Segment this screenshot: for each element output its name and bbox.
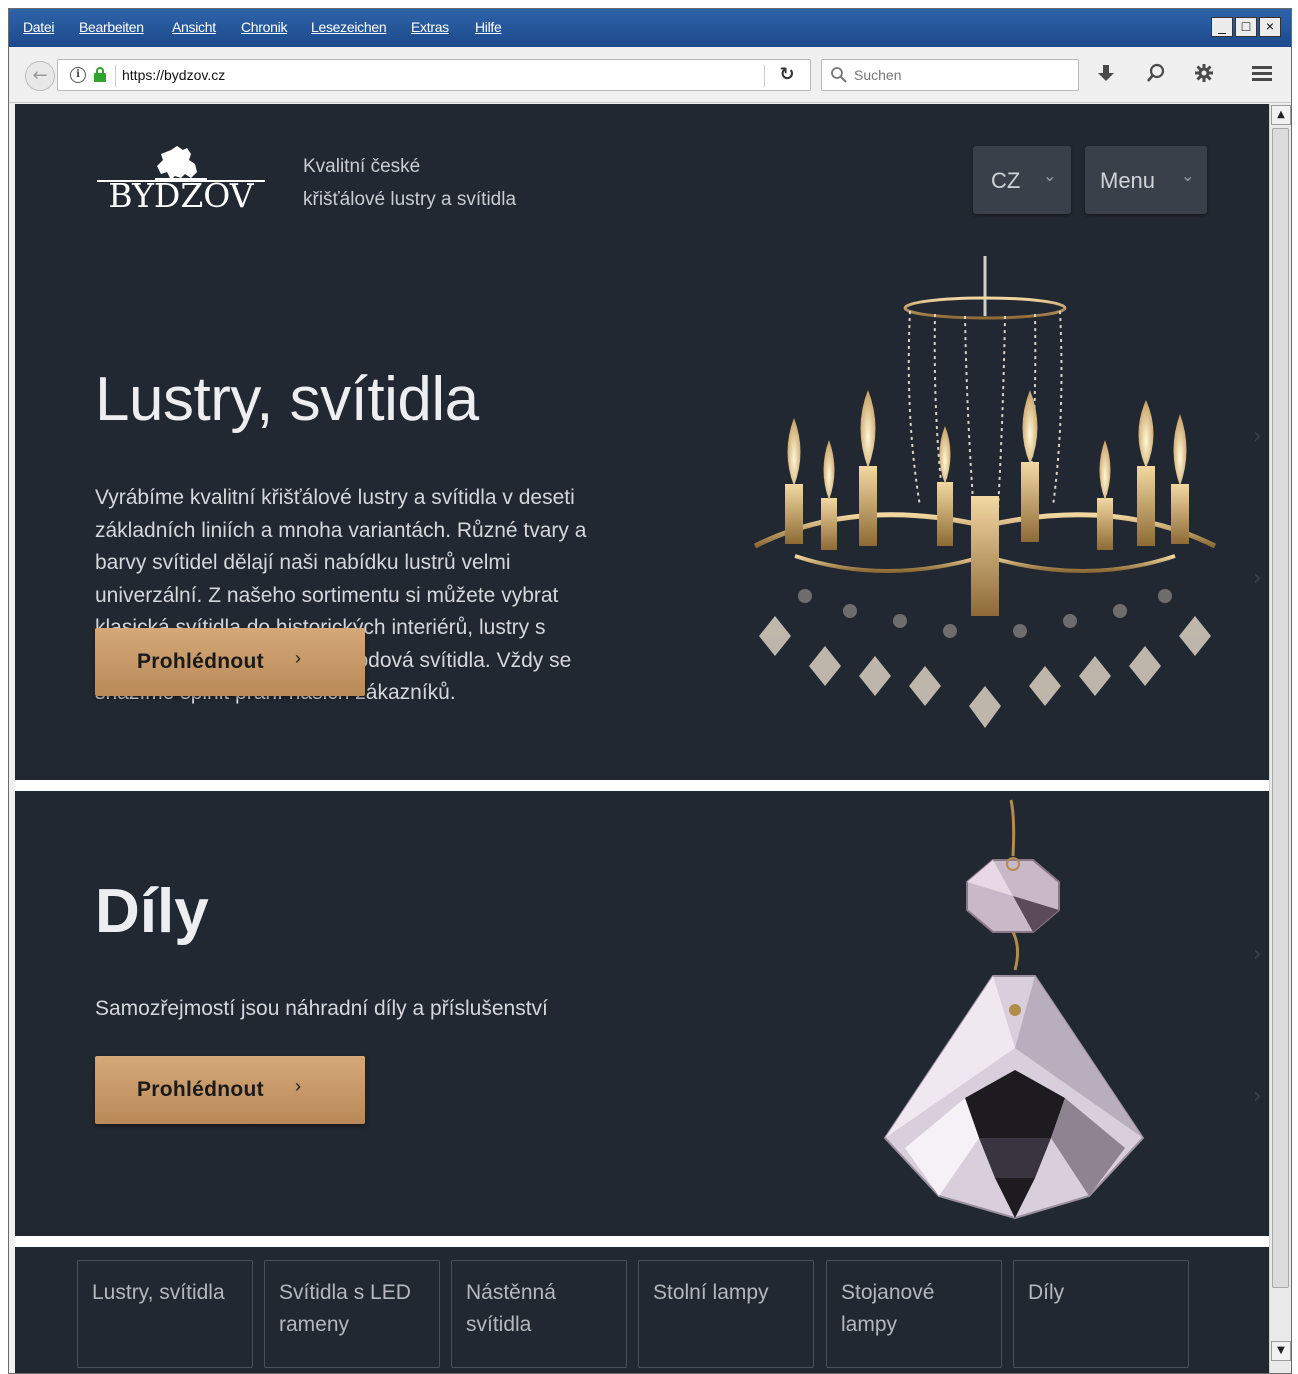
parts-view-label: Prohlédnout bbox=[137, 1078, 264, 1101]
section-separator bbox=[15, 1236, 1269, 1247]
category-label: Díly bbox=[1028, 1281, 1065, 1304]
chevron-down-icon: ⌄ bbox=[1181, 168, 1195, 185]
search-bar[interactable]: Suchen bbox=[821, 59, 1079, 91]
scrollbar-thumb[interactable] bbox=[1272, 128, 1289, 1288]
crystal-pendant-image bbox=[883, 799, 1145, 1220]
url-text[interactable]: https://bydzov.cz bbox=[122, 67, 225, 83]
search-placeholder: Suchen bbox=[854, 67, 902, 83]
close-button[interactable]: × bbox=[1259, 17, 1281, 37]
magnifier-icon[interactable] bbox=[1141, 61, 1171, 91]
reload-icon[interactable]: ↻ bbox=[772, 62, 802, 88]
language-label: CZ bbox=[991, 168, 1021, 193]
chevron-right-icon: › bbox=[295, 1076, 301, 1096]
menu-lesezeichen[interactable]: Lesezeichen bbox=[311, 19, 387, 35]
hero-view-label: Prohlédnout bbox=[137, 650, 264, 673]
window-controls: _ □ × bbox=[1211, 17, 1285, 39]
category-tile-nastenna[interactable]: Nástěnná svítidla bbox=[451, 1260, 627, 1368]
chevron-down-icon: ⌄ bbox=[1043, 168, 1057, 185]
search-icon bbox=[830, 66, 850, 86]
category-tile-stolni[interactable]: Stolní lampy bbox=[638, 1260, 814, 1368]
chevron-right-icon: › bbox=[295, 648, 301, 668]
menu-bar: Datei Bearbeiten Ansicht Chronik Lesezei… bbox=[9, 9, 1291, 47]
hamburger-menu-icon[interactable] bbox=[1247, 61, 1277, 91]
scroll-up-icon[interactable]: ▲ bbox=[1271, 105, 1291, 125]
menu-hilfe[interactable]: Hilfe bbox=[475, 19, 502, 35]
lock-icon bbox=[94, 67, 106, 82]
menu-chronik[interactable]: Chronik bbox=[241, 19, 287, 35]
browser-window: Datei Bearbeiten Ansicht Chronik Lesezei… bbox=[8, 8, 1292, 1374]
category-tile-dily[interactable]: Díly bbox=[1013, 1260, 1189, 1368]
hero-view-button[interactable]: Prohlédnout › bbox=[95, 628, 365, 696]
site-tagline: Kvalitní české křišťálové lustry a svíti… bbox=[303, 150, 623, 216]
back-icon[interactable]: ← bbox=[25, 61, 55, 91]
info-icon[interactable]: i bbox=[70, 67, 86, 83]
tagline-line2: křišťálové lustry a svítidla bbox=[303, 189, 517, 210]
logo-wordmark: BYDZOV bbox=[108, 176, 254, 215]
chandelier-image bbox=[753, 256, 1217, 728]
tagline-line1: Kvalitní české bbox=[303, 156, 421, 177]
category-tile-stojanove[interactable]: Stojanové lampy bbox=[826, 1260, 1002, 1368]
page-viewport: BYDZOV Kvalitní české křišťálové lustry … bbox=[15, 104, 1269, 1373]
section-separator bbox=[15, 780, 1269, 791]
minimize-button[interactable]: _ bbox=[1211, 17, 1233, 37]
reload-divider bbox=[764, 65, 765, 87]
menu-dropdown[interactable]: Menu ⌄ bbox=[1085, 146, 1207, 214]
menu-label: Menu bbox=[1100, 168, 1156, 193]
category-tiles: Lustry, svítidla Svítidla s LED rameny N… bbox=[77, 1260, 1197, 1370]
language-dropdown[interactable]: CZ ⌄ bbox=[973, 146, 1071, 214]
slider-next-icon[interactable]: › bbox=[1253, 424, 1262, 449]
site-logo[interactable]: BYDZOV bbox=[95, 144, 267, 224]
category-label: Nástěnná svítidla bbox=[466, 1281, 556, 1336]
menu-bearbeiten[interactable]: Bearbeiten bbox=[79, 19, 144, 35]
category-label: Lustry, svítidla bbox=[92, 1281, 225, 1304]
menu-ansicht[interactable]: Ansicht bbox=[172, 19, 216, 35]
navigation-toolbar: ← i https://bydzov.cz ↻ Suchen bbox=[9, 47, 1291, 103]
category-tile-lustry[interactable]: Lustry, svítidla bbox=[77, 1260, 253, 1368]
slider-next-icon[interactable]: › bbox=[1253, 942, 1262, 967]
category-tile-led[interactable]: Svítidla s LED rameny bbox=[264, 1260, 440, 1368]
slider-next-icon[interactable]: › bbox=[1253, 566, 1262, 591]
parts-view-button[interactable]: Prohlédnout › bbox=[95, 1056, 365, 1124]
addon-icon[interactable] bbox=[1189, 61, 1219, 91]
category-label: Svítidla s LED rameny bbox=[279, 1281, 411, 1336]
slider-next-icon[interactable]: › bbox=[1253, 1084, 1262, 1109]
scroll-down-icon[interactable]: ▼ bbox=[1271, 1341, 1291, 1361]
menu-datei[interactable]: Datei bbox=[23, 19, 54, 35]
hero-title: Lustry, svítidla bbox=[95, 365, 479, 434]
menu-extras[interactable]: Extras bbox=[411, 19, 449, 35]
vertical-scrollbar[interactable]: ▲ ▼ bbox=[1269, 104, 1291, 1373]
parts-title: Díly bbox=[95, 877, 209, 946]
category-label: Stojanové lampy bbox=[841, 1281, 935, 1336]
url-divider bbox=[115, 65, 116, 87]
parts-subtitle: Samozřejmostí jsou náhradní díly a přísl… bbox=[95, 997, 548, 1020]
maximize-button[interactable]: □ bbox=[1235, 17, 1257, 37]
url-bar[interactable]: i https://bydzov.cz ↻ bbox=[57, 59, 811, 91]
download-icon[interactable] bbox=[1091, 61, 1121, 91]
category-label: Stolní lampy bbox=[653, 1281, 769, 1304]
